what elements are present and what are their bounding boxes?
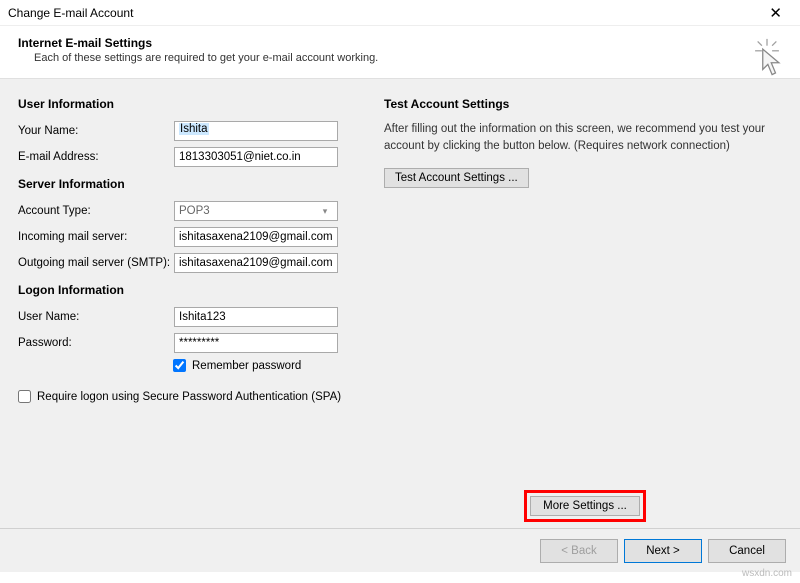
body: User Information Your Name: Ishita E-mai… bbox=[0, 79, 800, 528]
spa-checkbox[interactable] bbox=[18, 390, 31, 403]
outgoing-label: Outgoing mail server (SMTP): bbox=[18, 257, 174, 269]
back-button: < Back bbox=[540, 539, 618, 563]
header-heading: Internet E-mail Settings bbox=[18, 36, 782, 50]
left-column: User Information Your Name: Ishita E-mai… bbox=[18, 97, 370, 518]
row-password: Password: bbox=[18, 333, 370, 353]
window-title: Change E-mail Account bbox=[8, 6, 133, 20]
chevron-down-icon: ▾ bbox=[317, 203, 333, 219]
logon-info-title: Logon Information bbox=[18, 283, 370, 297]
account-type-label: Account Type: bbox=[18, 205, 174, 217]
your-name-label: Your Name: bbox=[18, 125, 174, 137]
cancel-button[interactable]: Cancel bbox=[708, 539, 786, 563]
incoming-label: Incoming mail server: bbox=[18, 231, 174, 243]
password-field[interactable] bbox=[174, 333, 338, 353]
username-label: User Name: bbox=[18, 311, 174, 323]
watermark: wsxdn.com bbox=[742, 568, 792, 579]
header: Internet E-mail Settings Each of these s… bbox=[0, 26, 800, 79]
footer: < Back Next > Cancel wsxdn.com bbox=[0, 528, 800, 572]
row-email: E-mail Address: bbox=[18, 147, 370, 167]
incoming-field[interactable] bbox=[174, 227, 338, 247]
test-settings-title: Test Account Settings bbox=[384, 97, 782, 111]
row-username: User Name: bbox=[18, 307, 370, 327]
close-icon[interactable]: ✕ bbox=[759, 2, 792, 24]
more-settings-button[interactable]: More Settings ... bbox=[530, 496, 640, 516]
remember-password-row: Remember password bbox=[173, 359, 370, 372]
your-name-field[interactable] bbox=[174, 121, 338, 141]
account-type-value: POP3 bbox=[179, 205, 210, 217]
row-outgoing: Outgoing mail server (SMTP): bbox=[18, 253, 370, 273]
username-field[interactable] bbox=[174, 307, 338, 327]
row-your-name: Your Name: Ishita bbox=[18, 121, 370, 141]
next-button[interactable]: Next > bbox=[624, 539, 702, 563]
account-type-select: POP3 ▾ bbox=[174, 201, 338, 221]
row-account-type: Account Type: POP3 ▾ bbox=[18, 201, 370, 221]
email-field[interactable] bbox=[174, 147, 338, 167]
remember-password-label: Remember password bbox=[192, 360, 301, 372]
remember-password-checkbox[interactable] bbox=[173, 359, 186, 372]
right-column: Test Account Settings After filling out … bbox=[370, 97, 782, 518]
titlebar: Change E-mail Account ✕ bbox=[0, 0, 800, 26]
outgoing-field[interactable] bbox=[174, 253, 338, 273]
row-incoming: Incoming mail server: bbox=[18, 227, 370, 247]
header-sub: Each of these settings are required to g… bbox=[34, 52, 782, 64]
test-account-button[interactable]: Test Account Settings ... bbox=[384, 168, 529, 188]
test-settings-desc: After filling out the information on thi… bbox=[384, 121, 782, 156]
spa-label: Require logon using Secure Password Auth… bbox=[37, 391, 341, 403]
email-label: E-mail Address: bbox=[18, 151, 174, 163]
password-label: Password: bbox=[18, 337, 174, 349]
server-info-title: Server Information bbox=[18, 177, 370, 191]
spa-row: Require logon using Secure Password Auth… bbox=[18, 390, 370, 403]
user-info-title: User Information bbox=[18, 97, 370, 111]
more-settings-highlight: More Settings ... bbox=[524, 490, 646, 522]
